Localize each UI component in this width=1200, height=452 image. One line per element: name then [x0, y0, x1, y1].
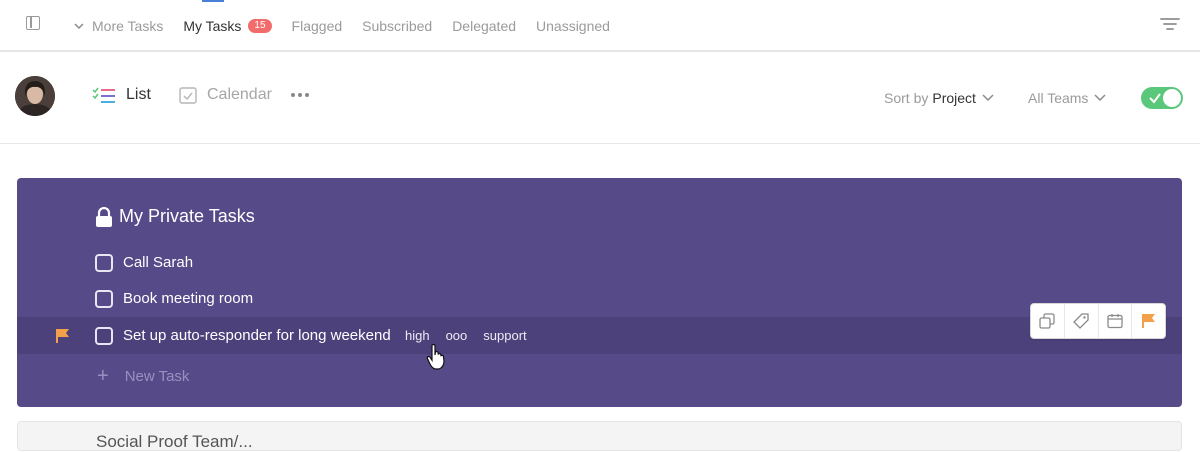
- sidebar-toggle-icon[interactable]: [26, 16, 40, 30]
- project-title-text: My Private Tasks: [119, 206, 255, 226]
- task-label[interactable]: Set up auto-responder for long weekend: [123, 327, 391, 344]
- chevron-down-icon: [74, 23, 84, 30]
- due-date-button[interactable]: [1099, 304, 1133, 338]
- tag-button[interactable]: [1065, 304, 1099, 338]
- task-checkbox[interactable]: [95, 326, 113, 345]
- view-toolbar: List Calendar Sort by Project All Teams: [0, 52, 1200, 144]
- new-task-label: New Task: [124, 368, 190, 385]
- new-task-button[interactable]: + New Task: [97, 365, 189, 388]
- calendar-icon: [1107, 314, 1123, 329]
- hand-cursor-icon: [426, 344, 445, 370]
- next-project-title: Social Proof Team/...: [96, 432, 253, 451]
- tag[interactable]: ooo: [446, 328, 468, 343]
- view-calendar-tab[interactable]: Calendar: [179, 86, 272, 104]
- tab-label: Subscribed: [362, 18, 433, 34]
- task-row[interactable]: Book meeting room: [17, 280, 1182, 317]
- task-tags: high ooo support: [405, 328, 543, 343]
- avatar-image: [15, 76, 55, 116]
- flag-button[interactable]: [1132, 304, 1165, 338]
- more-options-icon[interactable]: [290, 92, 310, 98]
- tab-more-tasks[interactable]: More Tasks: [74, 18, 163, 34]
- tab-subscribed[interactable]: Subscribed: [362, 18, 432, 34]
- user-avatar[interactable]: [15, 76, 55, 116]
- filter-icon[interactable]: [1160, 17, 1180, 31]
- tab-label: More Tasks: [92, 18, 164, 34]
- top-navigation: More Tasks My Tasks 15 Flagged Subscribe…: [0, 0, 1200, 52]
- tab-unassigned[interactable]: Unassigned: [536, 18, 610, 34]
- view-list-tab[interactable]: List: [92, 86, 151, 104]
- duplicate-button[interactable]: [1031, 304, 1065, 338]
- tab-label: Flagged: [291, 18, 343, 34]
- next-project-card: Social Proof Team/...: [17, 421, 1182, 451]
- sort-dropdown[interactable]: Sort by Project: [884, 90, 994, 106]
- teams-label: All Teams: [1028, 90, 1089, 106]
- tab-label: Delegated: [452, 18, 517, 34]
- task-checkbox[interactable]: [95, 289, 113, 308]
- project-title: My Private Tasks: [95, 206, 255, 227]
- duplicate-icon: [1039, 313, 1056, 329]
- flag-icon: [1141, 314, 1155, 328]
- check-icon: [1149, 93, 1161, 104]
- view-list-label: List: [126, 86, 151, 103]
- chevron-down-icon: [1094, 94, 1106, 102]
- sort-value: Project: [932, 90, 976, 106]
- tag[interactable]: support: [483, 328, 526, 343]
- view-calendar-label: Calendar: [207, 86, 272, 103]
- plus-icon: +: [97, 365, 109, 387]
- show-completed-toggle[interactable]: [1141, 87, 1183, 109]
- teams-dropdown[interactable]: All Teams: [1028, 90, 1106, 106]
- project-card: My Private Tasks Call Sarah Book meeting…: [17, 178, 1182, 407]
- toggle-knob: [1163, 89, 1181, 107]
- chevron-down-icon: [982, 94, 994, 102]
- task-row-hovered[interactable]: Set up auto-responder for long weekend h…: [17, 303, 1182, 354]
- task-filter-tabs: More Tasks My Tasks 15 Flagged Subscribe…: [74, 0, 630, 52]
- tab-my-tasks[interactable]: My Tasks 15: [183, 18, 272, 34]
- task-label[interactable]: Call Sarah: [123, 254, 193, 271]
- task-checkbox[interactable]: [95, 253, 113, 272]
- list-icon: [92, 87, 115, 103]
- tab-label: Unassigned: [536, 18, 610, 34]
- task-actions-toolbar: [1030, 303, 1166, 339]
- task-label[interactable]: Book meeting room: [123, 290, 253, 307]
- task-row[interactable]: Call Sarah: [17, 244, 1182, 281]
- tab-label: My Tasks: [183, 18, 242, 34]
- lock-icon: [96, 206, 112, 227]
- tab-flagged[interactable]: Flagged: [292, 18, 343, 34]
- task-count-badge: 15: [248, 19, 272, 33]
- flag-icon[interactable]: [55, 328, 71, 344]
- tag[interactable]: high: [405, 328, 430, 343]
- tab-delegated[interactable]: Delegated: [452, 18, 516, 34]
- sort-prefix: Sort by: [884, 90, 929, 106]
- tag-icon: [1073, 313, 1089, 329]
- calendar-icon: [179, 87, 197, 104]
